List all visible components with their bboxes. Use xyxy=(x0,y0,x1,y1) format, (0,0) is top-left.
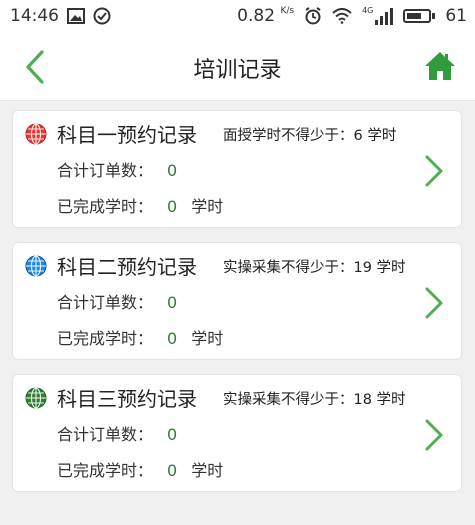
chevron-right-icon xyxy=(425,419,443,451)
chevron-right-icon xyxy=(425,287,443,319)
chevron-right-icon xyxy=(425,155,443,187)
check-circle-icon xyxy=(93,7,111,25)
orders-label: 合计订单数： xyxy=(57,293,154,312)
globe-icon xyxy=(25,387,47,409)
hours-label: 已完成学时： xyxy=(57,197,154,216)
hours-value: 0 xyxy=(167,197,178,216)
card-requirement: 实操采集不得少于：18 学时 xyxy=(223,392,406,408)
card-title: 科目一预约记录 xyxy=(57,123,197,147)
orders-value: 0 xyxy=(167,293,178,312)
page-title: 培训记录 xyxy=(193,58,282,83)
card-title: 科目三预约记录 xyxy=(57,387,197,411)
hours-value: 0 xyxy=(167,329,178,348)
app-header: 培训记录 xyxy=(0,34,475,101)
hours-label: 已完成学时： xyxy=(57,461,154,480)
network-type: 4G xyxy=(362,6,374,15)
record-card-subject-3[interactable]: 科目三预约记录 实操采集不得少于：18 学时 合计订单数： 0 已完成学时： 0 学时 xyxy=(12,374,462,492)
hours-unit: 学时 xyxy=(191,461,224,480)
globe-icon xyxy=(25,255,47,277)
orders-row: 合计订单数： 0 xyxy=(57,157,177,181)
home-icon xyxy=(425,52,455,80)
net-speed: 0.82 K/s xyxy=(237,6,295,26)
record-card-subject-1[interactable]: 科目一预约记录 面授学时不得少于：6 学时 合计订单数： 0 已完成学时： 0 学时 xyxy=(12,110,462,228)
orders-label: 合计订单数： xyxy=(57,425,154,444)
status-time: 14:46 xyxy=(10,6,59,26)
hours-label: 已完成学时： xyxy=(57,329,154,348)
orders-row: 合计订单数： 0 xyxy=(57,421,177,445)
hours-unit: 学时 xyxy=(191,329,224,348)
record-card-subject-2[interactable]: 科目二预约记录 实操采集不得少于：19 学时 合计订单数： 0 已完成学时： 0 学时 xyxy=(12,242,462,360)
status-bar: 14:46 0.82 K/s 4G 61 xyxy=(0,0,475,34)
orders-value: 0 xyxy=(167,161,178,180)
wifi-icon xyxy=(332,8,352,24)
hours-value: 0 xyxy=(167,461,178,480)
hours-row: 已完成学时： 0 学时 xyxy=(57,325,223,349)
orders-label: 合计订单数： xyxy=(57,161,154,180)
alarm-icon xyxy=(305,7,321,25)
hours-row: 已完成学时： 0 学时 xyxy=(57,457,223,481)
signal-icon xyxy=(375,7,394,25)
home-button[interactable] xyxy=(423,49,457,83)
card-requirement: 实操采集不得少于：19 学时 xyxy=(223,260,406,276)
battery-level: 61 xyxy=(445,6,467,26)
card-requirement: 面授学时不得少于：6 学时 xyxy=(223,128,397,144)
globe-icon xyxy=(25,123,47,145)
status-bar-right: 0.82 K/s 4G 61 xyxy=(237,6,467,26)
hours-unit: 学时 xyxy=(191,197,224,216)
orders-value: 0 xyxy=(167,425,178,444)
image-icon xyxy=(67,8,85,24)
status-bar-left: 14:46 xyxy=(10,6,111,26)
battery-icon xyxy=(403,9,436,23)
card-title: 科目二预约记录 xyxy=(57,255,197,279)
orders-row: 合计订单数： 0 xyxy=(57,289,177,313)
signal-group: 4G xyxy=(362,6,394,25)
hours-row: 已完成学时： 0 学时 xyxy=(57,193,223,217)
